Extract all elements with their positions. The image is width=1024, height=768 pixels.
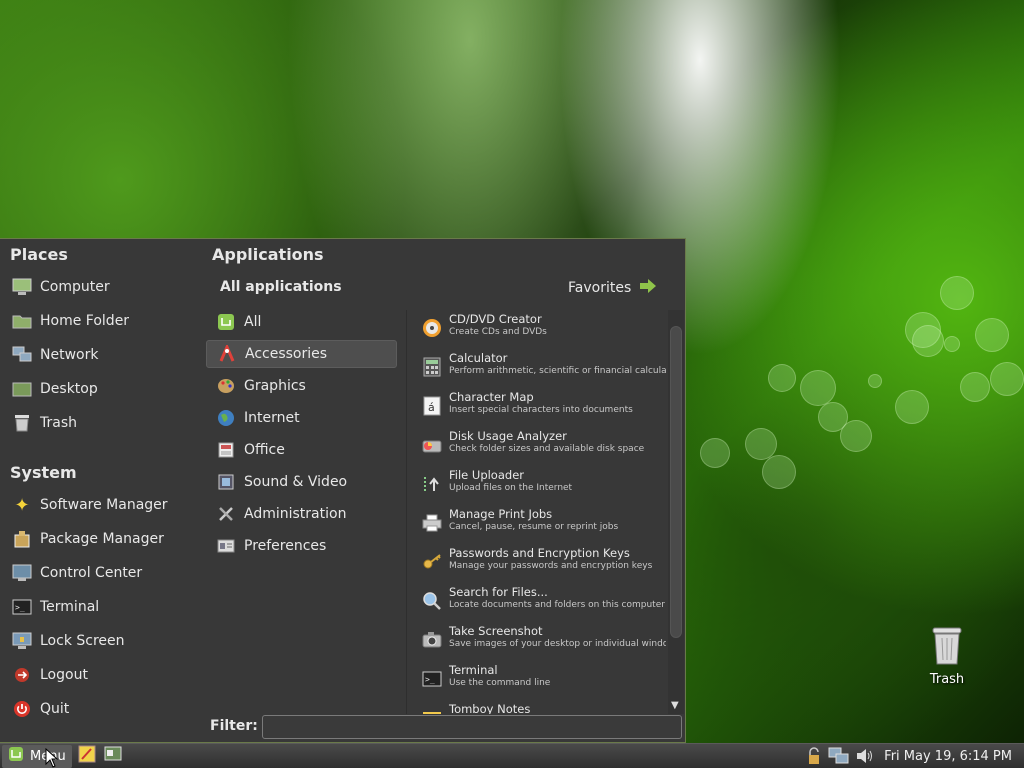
power-icon [12, 699, 32, 719]
category-graphics[interactable]: Graphics [206, 372, 397, 400]
category-internet[interactable]: Internet [206, 404, 397, 432]
accessories-icon [217, 344, 237, 364]
arrow-right-icon [639, 278, 657, 298]
system-package-manager[interactable]: Package Manager [12, 526, 164, 552]
mint-logo-icon [216, 312, 236, 332]
camera-icon [421, 629, 443, 651]
app-disk-usage-analyzer[interactable]: Disk Usage Analyzer Check folder sizes an… [421, 429, 666, 465]
bottom-panel: Menu Fri May 19, 6:14 PM [0, 743, 1024, 768]
svg-text:>_: >_ [425, 675, 435, 684]
home-folder-icon [12, 311, 32, 331]
package-icon [12, 529, 32, 549]
system-heading: System [10, 463, 77, 482]
filter-label: Filter: [210, 718, 258, 734]
app-list-scrollbar[interactable]: ▼ [668, 310, 684, 714]
terminal-icon: >_ [421, 668, 443, 690]
filter-input[interactable] [262, 715, 682, 739]
printer-icon [421, 512, 443, 534]
place-trash[interactable]: Trash [12, 410, 77, 436]
show-desktop-launcher[interactable] [102, 746, 124, 766]
calculator-icon [421, 356, 443, 378]
trash-icon [12, 413, 32, 433]
control-center-icon [12, 563, 32, 583]
app-tomboy-notes[interactable]: Tomboy Notes [421, 702, 666, 714]
app-passwords-encryption[interactable]: Passwords and Encryption Keys Manage your… [421, 546, 666, 582]
search-icon [421, 590, 443, 612]
all-applications-heading: All applications [220, 279, 342, 295]
app-search-for-files[interactable]: Search for Files... Locate documents and … [421, 585, 666, 621]
system-lock-screen[interactable]: Lock Screen [12, 628, 125, 654]
globe-icon [216, 408, 236, 428]
show-desktop-icon [104, 746, 122, 766]
preferences-icon [216, 536, 236, 556]
computer-icon [12, 277, 32, 297]
network-icon [12, 345, 32, 365]
logout-icon [12, 665, 32, 685]
place-desktop[interactable]: Desktop [12, 376, 98, 402]
text-editor-icon [78, 745, 96, 767]
app-manage-print-jobs[interactable]: Manage Print Jobs Cancel, pause, resume o… [421, 507, 666, 543]
system-logout[interactable]: Logout [12, 662, 88, 688]
disk-usage-icon [421, 434, 443, 456]
upload-icon [421, 473, 443, 495]
app-calculator[interactable]: Calculator Perform arithmetic, scientific… [421, 351, 666, 387]
key-icon [421, 551, 443, 573]
cd-dvd-icon [421, 317, 443, 339]
tools-icon [216, 504, 236, 524]
app-terminal[interactable]: >_ Terminal Use the command line [421, 663, 666, 699]
film-icon [216, 472, 236, 492]
category-office[interactable]: Office [206, 436, 397, 464]
office-icon [216, 440, 236, 460]
applications-heading: Applications [212, 245, 324, 264]
mouse-cursor-icon [45, 748, 59, 768]
category-administration[interactable]: Administration [206, 500, 397, 528]
system-control-center[interactable]: Control Center [12, 560, 142, 586]
system-tray: Fri May 19, 6:14 PM [806, 744, 1024, 768]
system-terminal[interactable]: >_ Terminal [12, 594, 99, 620]
place-network[interactable]: Network [12, 342, 98, 368]
app-take-screenshot[interactable]: Take Screenshot Save images of your deskt… [421, 624, 666, 660]
app-file-uploader[interactable]: File Uploader Upload files on the Interne… [421, 468, 666, 504]
svg-text:>_: >_ [15, 603, 25, 612]
character-map-icon: á [421, 395, 443, 417]
palette-icon [216, 376, 236, 396]
star-icon: ✦ [14, 494, 30, 516]
app-character-map[interactable]: á Character Map Insert special characters… [421, 390, 666, 426]
mint-logo-icon [8, 746, 24, 766]
desktop-folder-icon [12, 379, 32, 399]
menu-button[interactable]: Menu [2, 744, 72, 768]
text-editor-launcher[interactable] [76, 745, 98, 767]
desktop-trash-icon[interactable]: Trash [920, 624, 974, 687]
places-heading: Places [10, 245, 68, 264]
svg-text:á: á [428, 401, 435, 414]
category-all[interactable]: All [206, 308, 397, 336]
clock[interactable]: Fri May 19, 6:14 PM [884, 749, 1012, 764]
category-sound-video[interactable]: Sound & Video [206, 468, 397, 496]
category-accessories[interactable]: Accessories [206, 340, 397, 368]
system-software-manager[interactable]: ✦ Software Manager [12, 492, 167, 518]
update-manager-icon[interactable] [806, 747, 822, 765]
trash-bin-icon [932, 627, 962, 665]
place-computer[interactable]: Computer [12, 274, 110, 300]
notes-icon [421, 707, 443, 714]
volume-icon[interactable] [856, 748, 874, 764]
category-preferences[interactable]: Preferences [206, 532, 397, 560]
desktop-trash-label: Trash [929, 672, 965, 687]
network-status-icon[interactable] [828, 747, 850, 765]
scrollbar-thumb[interactable] [670, 326, 682, 638]
application-list: CD/DVD Creator Create CDs and DVDs Calcul… [406, 310, 666, 714]
place-home-folder[interactable]: Home Folder [12, 308, 129, 334]
scroll-down-icon[interactable]: ▼ [671, 700, 679, 711]
favorites-button[interactable]: Favorites [568, 278, 657, 298]
app-cd-dvd-creator[interactable]: CD/DVD Creator Create CDs and DVDs [421, 312, 666, 348]
lock-screen-icon [12, 631, 32, 651]
terminal-icon: >_ [12, 597, 32, 617]
system-quit[interactable]: Quit [12, 696, 69, 722]
